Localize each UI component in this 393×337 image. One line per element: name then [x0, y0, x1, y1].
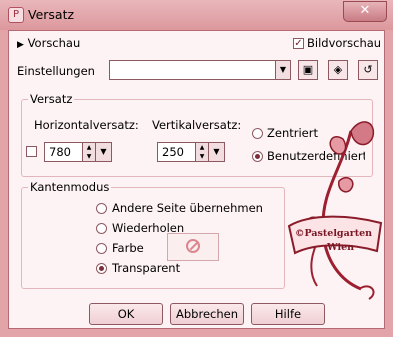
reset-icon: ↺ [363, 63, 373, 76]
edge-option-radio[interactable] [96, 223, 107, 234]
edge-option-label: Andere Seite übernehmen [112, 201, 263, 215]
save-preset-button[interactable]: ▣ [298, 60, 318, 80]
link-offsets-checkbox[interactable] [26, 146, 37, 157]
cancel-button[interactable]: Abbrechen [170, 303, 244, 325]
centered-radio[interactable] [252, 128, 263, 139]
spin-arrows-icon[interactable]: ▲ ▼ [195, 143, 208, 161]
edge-option-label: Transparent [112, 261, 181, 275]
edge-option-radio[interactable] [96, 243, 107, 254]
cube-icon: ◈ [333, 63, 343, 76]
no-color-icon [186, 239, 200, 253]
edge-option-radio[interactable] [96, 203, 107, 214]
triangle-right-icon: ▶ [17, 40, 24, 50]
edge-mode-group-title: Kantenmodus [28, 180, 112, 194]
save-icon: ▣ [302, 63, 314, 76]
help-button[interactable]: Hilfe [251, 303, 325, 325]
horizontal-offset-field[interactable]: 780 ▲ ▼ ▼ [44, 142, 112, 162]
watermark-line2: Wien [327, 242, 355, 253]
image-preview-label: Bildvorschau [307, 36, 382, 50]
title-bar[interactable]: P Versatz ✕ [0, 0, 393, 30]
edge-option-radio[interactable] [96, 263, 107, 274]
window-title: Versatz [28, 7, 75, 22]
watermark-line1: ©Pastelgarten [295, 228, 373, 239]
horizontal-offset-value: 780 [49, 145, 71, 159]
custom-radio[interactable] [252, 151, 263, 162]
delete-preset-button[interactable]: ◈ [328, 60, 348, 80]
app-icon: P [8, 7, 24, 23]
color-swatch-button[interactable] [167, 233, 219, 261]
settings-combo[interactable]: ▼ [109, 60, 291, 80]
preview-toggle-label: Vorschau [27, 36, 81, 50]
reset-preset-button[interactable]: ↺ [358, 60, 378, 80]
dialog-body: ▶ Vorschau ✓ Bildvorschau Einstellungen … [8, 30, 385, 329]
dropdown-arrow-icon[interactable]: ▼ [95, 143, 111, 161]
vertical-offset-field[interactable]: 250 ▲ ▼ ▼ [157, 142, 225, 162]
preview-toggle[interactable]: ▶ Vorschau [17, 36, 80, 50]
watermark-flower-graphic [287, 121, 383, 300]
ok-button[interactable]: OK [89, 303, 163, 325]
dropdown-arrow-icon[interactable]: ▼ [208, 143, 224, 161]
edge-option-label: Farbe [112, 241, 144, 255]
spin-arrows-icon[interactable]: ▲ ▼ [82, 143, 95, 161]
vertical-offset-label: Vertikalversatz: [152, 118, 242, 132]
dialog-window: P Versatz ✕ ▶ Vorschau ✓ Bildvorschau Ei… [0, 0, 393, 337]
close-button[interactable]: ✕ [343, 1, 387, 22]
vertical-offset-value: 250 [162, 145, 184, 159]
dropdown-arrow-icon[interactable]: ▼ [275, 61, 290, 79]
settings-label: Einstellungen [17, 64, 95, 78]
offset-group-title: Versatz [28, 92, 75, 106]
horizontal-offset-label: Horizontalversatz: [34, 118, 139, 132]
image-preview-checkbox[interactable]: ✓ [293, 38, 304, 49]
